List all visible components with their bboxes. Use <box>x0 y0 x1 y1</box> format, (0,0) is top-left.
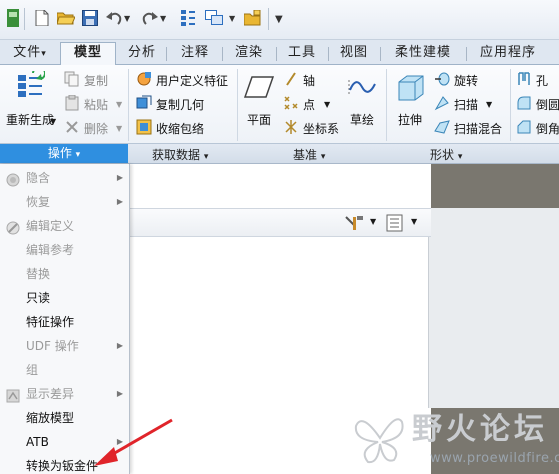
annotation-arrow-icon <box>94 418 173 466</box>
